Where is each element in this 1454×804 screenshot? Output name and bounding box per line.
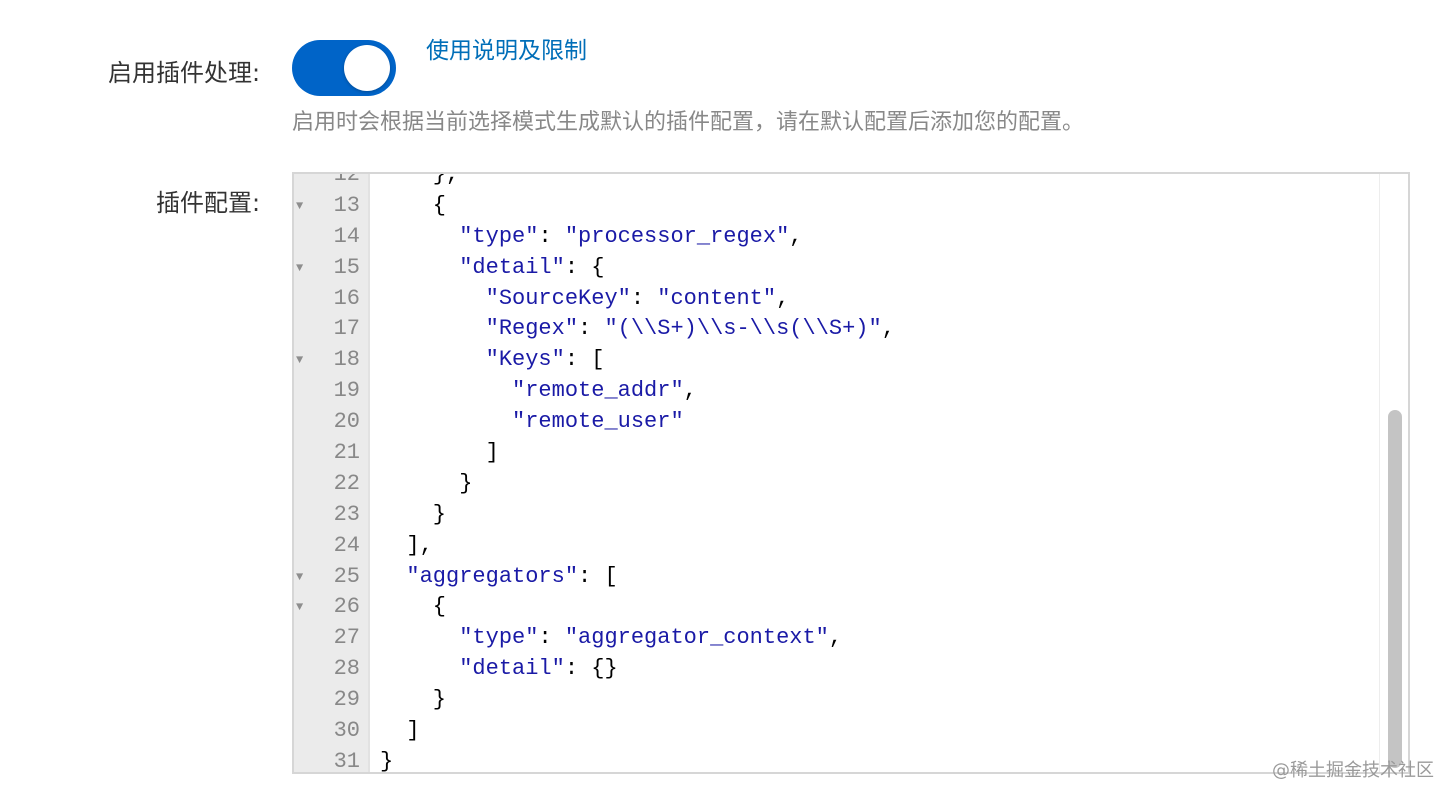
code-line: "detail": {} bbox=[459, 656, 618, 682]
gutter-line: 12 bbox=[294, 172, 370, 191]
line-number: 22 bbox=[333, 470, 360, 496]
line-number: 27 bbox=[333, 625, 360, 651]
code-editor[interactable]: 12 ▼ 13 14 ▼ 15 16 17 ▼ 18 19 20 21 22 23 24 ▼ 25 ▼ 26 27 28 2… bbox=[292, 172, 1410, 774]
gutter-line: 24 bbox=[294, 531, 370, 562]
code-line: } bbox=[380, 748, 394, 774]
line-number: 25 bbox=[333, 563, 360, 589]
enable-plugin-hint: 启用时会根据当前选择模式生成默认的插件配置，请在默认配置后添加您的配置。 bbox=[292, 110, 1085, 135]
line-number: 20 bbox=[333, 409, 360, 435]
line-number: 30 bbox=[333, 718, 360, 744]
gutter-line: 29 bbox=[294, 685, 370, 716]
editor-code-area[interactable]: }, { "type": "processor_regex", "detail"… bbox=[370, 172, 1378, 774]
gutter-line: 27 bbox=[294, 623, 370, 654]
gutter-lines: 12 ▼ 13 14 ▼ 15 16 17 ▼ 18 19 20 21 22 23 24 ▼ 25 ▼ 26 27 28 2… bbox=[294, 172, 370, 774]
code-line: ] bbox=[380, 440, 499, 466]
code-line: "aggregators": [ bbox=[406, 563, 618, 589]
code-line: }, bbox=[380, 172, 460, 187]
line-number: 29 bbox=[333, 687, 360, 713]
gutter-line: 21 bbox=[294, 438, 370, 469]
editor-scrollbar[interactable] bbox=[1379, 174, 1408, 772]
code-line: "type": "processor_regex", bbox=[459, 223, 803, 249]
line-number: 31 bbox=[333, 748, 360, 774]
line-number: 14 bbox=[333, 223, 360, 249]
gutter-line: 28 bbox=[294, 654, 370, 685]
gutter-line: ▼ 26 bbox=[294, 592, 370, 623]
line-number: 17 bbox=[333, 316, 360, 342]
triangle-down-icon[interactable]: ▼ bbox=[296, 191, 303, 222]
code-line: "remote_addr", bbox=[512, 378, 697, 404]
line-number: 18 bbox=[333, 347, 360, 373]
line-number: 23 bbox=[333, 501, 360, 527]
gutter-line: 17 bbox=[294, 314, 370, 345]
editor-gutter: 12 ▼ 13 14 ▼ 15 16 17 ▼ 18 19 20 21 22 23 24 ▼ 25 ▼ 26 27 28 2… bbox=[294, 174, 370, 772]
line-number: 24 bbox=[333, 532, 360, 558]
triangle-down-icon[interactable]: ▼ bbox=[296, 562, 303, 593]
triangle-down-icon[interactable]: ▼ bbox=[296, 345, 303, 376]
watermark: @稀土掘金技术社区 bbox=[1272, 760, 1434, 781]
gutter-line: 22 bbox=[294, 469, 370, 500]
gutter-line: ▼ 18 bbox=[294, 345, 370, 376]
enable-plugin-toggle[interactable] bbox=[292, 40, 396, 96]
code-line: } bbox=[380, 687, 447, 713]
code-line: "remote_user" bbox=[512, 409, 684, 435]
line-number: 26 bbox=[333, 594, 360, 620]
gutter-line: 23 bbox=[294, 500, 370, 531]
code-line: ], bbox=[380, 532, 433, 558]
code-line: { bbox=[380, 594, 447, 620]
line-number: 21 bbox=[333, 440, 360, 466]
enable-plugin-label: 启用插件处理: bbox=[108, 59, 261, 87]
gutter-line: ▼ 13 bbox=[294, 191, 370, 222]
gutter-line: 19 bbox=[294, 376, 370, 407]
gutter-line: 14 bbox=[294, 222, 370, 253]
line-number: 19 bbox=[333, 378, 360, 404]
triangle-down-icon[interactable]: ▼ bbox=[296, 253, 303, 284]
line-number: 15 bbox=[333, 254, 360, 280]
gutter-line: 31 bbox=[294, 747, 370, 774]
code-line: "Regex": "(\\S+)\\s-\\s(\\S+)", bbox=[485, 316, 895, 342]
line-number: 13 bbox=[333, 192, 360, 218]
line-number: 16 bbox=[333, 285, 360, 311]
triangle-down-icon[interactable]: ▼ bbox=[296, 592, 303, 623]
line-number: 28 bbox=[333, 656, 360, 682]
code-line: "type": "aggregator_context", bbox=[459, 625, 843, 651]
code-line: "SourceKey": "content", bbox=[485, 285, 790, 311]
usage-instructions-link[interactable]: 使用说明及限制 bbox=[426, 34, 587, 68]
plugin-config-label: 插件配置: bbox=[156, 189, 261, 217]
code-line: "detail": { bbox=[459, 254, 605, 280]
toggle-knob bbox=[344, 45, 390, 91]
code-line: ] bbox=[380, 718, 420, 744]
scrollbar-thumb[interactable] bbox=[1388, 410, 1402, 768]
code-line: } bbox=[380, 470, 473, 496]
gutter-line: ▼ 15 bbox=[294, 253, 370, 284]
line-number: 12 bbox=[333, 172, 360, 187]
code-line: } bbox=[380, 501, 447, 527]
gutter-line: 20 bbox=[294, 407, 370, 438]
code-line: "Keys": [ bbox=[485, 347, 605, 373]
gutter-line: ▼ 25 bbox=[294, 562, 370, 593]
gutter-line: 30 bbox=[294, 716, 370, 747]
gutter-line: 16 bbox=[294, 284, 370, 315]
code-line: { bbox=[380, 192, 447, 218]
